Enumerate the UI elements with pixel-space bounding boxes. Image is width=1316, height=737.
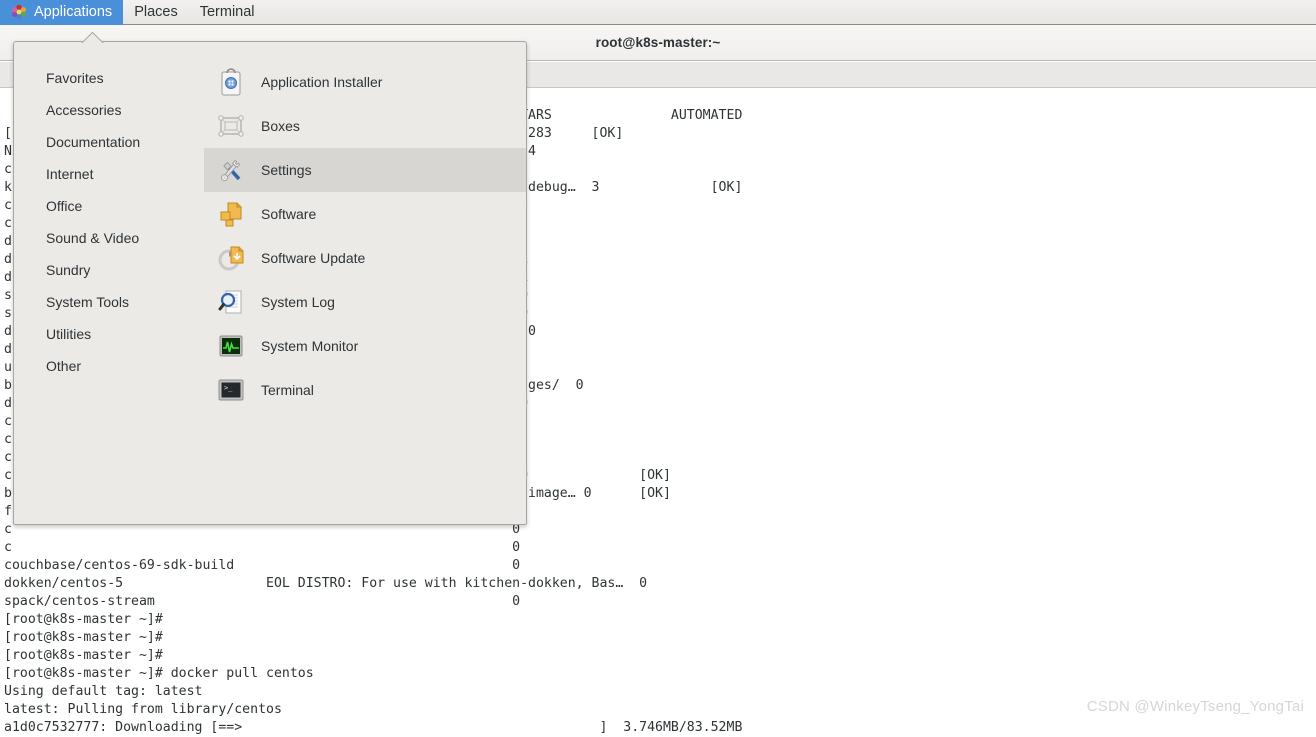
menu-app-label: Application Installer (261, 74, 383, 90)
menu-app-label: Software (261, 206, 317, 222)
terminal-line: [root@k8s-master ~]# (4, 612, 163, 627)
menu-app-settings[interactable]: Settings (204, 148, 526, 192)
menu-app-software-update[interactable]: Software Update (204, 236, 526, 280)
applications-menu-popup[interactable]: Favorites Accessories Documentation Interne… (13, 41, 527, 525)
system-log-icon (215, 286, 247, 318)
menu-app-boxes[interactable]: Boxes (204, 104, 526, 148)
menu-category-office[interactable]: Office (14, 190, 204, 222)
terminal-line: c 0 (4, 540, 521, 555)
menu-category-internet[interactable]: Internet (14, 158, 204, 190)
menu-category-label: Documentation (46, 134, 141, 150)
terminal-icon: >_ (215, 374, 247, 406)
menu-category-label: Office (46, 198, 83, 214)
settings-icon (215, 154, 247, 186)
terminal-line: Using default tag: latest (4, 684, 203, 699)
menu-app-terminal[interactable]: >_ Terminal (204, 368, 526, 412)
boxes-icon (215, 110, 247, 142)
places-menu-label: Places (134, 4, 178, 20)
menu-category-label: Sound & Video (46, 230, 140, 246)
menu-category-label: System Tools (46, 294, 129, 310)
csdn-watermark: CSDN @WinkeyTseng_YongTai (1086, 698, 1304, 715)
menu-category-label: Utilities (46, 326, 92, 342)
screen: Applications Places Terminal root@k8s-ma… (0, 0, 1316, 737)
menu-app-label: Settings (261, 162, 312, 178)
window-title: root@k8s-master:~ (595, 35, 721, 50)
menu-category-documentation[interactable]: Documentation (14, 126, 204, 158)
menu-category-label: Accessories (46, 102, 122, 118)
menu-app-system-monitor[interactable]: System Monitor (204, 324, 526, 368)
menu-application-list: Application Installer Boxes Settings Sof… (204, 42, 526, 524)
menu-app-label: System Monitor (261, 338, 359, 354)
menu-app-label: System Log (261, 294, 335, 310)
system-monitor-icon (215, 330, 247, 362)
menu-category-label: Other (46, 358, 82, 374)
menu-app-application-installer[interactable]: Application Installer (204, 60, 526, 104)
top-panel: Applications Places Terminal (0, 0, 1316, 25)
terminal-line: spack/centos-stream 0 (4, 594, 521, 609)
terminal-line: couchbase/centos-69-sdk-build 0 (4, 558, 521, 573)
svg-text:>_: >_ (224, 384, 233, 392)
menu-category-accessories[interactable]: Accessories (14, 94, 204, 126)
terminal-menu-label: Terminal (199, 4, 255, 20)
terminal-line: a1d0c7532777: Downloading [==> ] 3.746MB… (4, 720, 743, 735)
menu-category-other[interactable]: Other (14, 350, 204, 382)
menu-category-list: Favorites Accessories Documentation Interne… (14, 42, 204, 524)
menu-app-label: Software Update (261, 250, 366, 266)
menu-category-sound-video[interactable]: Sound & Video (14, 222, 204, 254)
menu-category-label: Internet (46, 166, 94, 182)
software-update-icon (215, 242, 247, 274)
software-icon (215, 198, 247, 230)
menu-category-sundry[interactable]: Sundry (14, 254, 204, 286)
terminal-line: dokken/centos-5 EOL DISTRO: For use with… (4, 576, 648, 591)
menu-app-label: Boxes (261, 118, 300, 134)
menu-category-utilities[interactable]: Utilities (14, 318, 204, 350)
terminal-line: [root@k8s-master ~]# docker pull centos (4, 666, 314, 681)
menu-pointer-arrow (74, 32, 112, 43)
menu-category-favorites[interactable]: Favorites (14, 62, 204, 94)
terminal-line: [root@k8s-master ~]# (4, 648, 163, 663)
gnome-applications-icon (11, 4, 27, 20)
menu-category-system-tools[interactable]: System Tools (14, 286, 204, 318)
menu-app-system-log[interactable]: System Log (204, 280, 526, 324)
terminal-line: latest: Pulling from library/centos (4, 702, 282, 717)
application-installer-icon (215, 66, 247, 98)
menu-app-label: Terminal (261, 382, 314, 398)
menu-category-label: Sundry (46, 262, 91, 278)
menu-category-label: Favorites (46, 70, 104, 86)
terminal-menu-button[interactable]: Terminal (189, 0, 266, 25)
menu-app-software[interactable]: Software (204, 192, 526, 236)
places-menu-button[interactable]: Places (123, 0, 189, 25)
applications-menu-button[interactable]: Applications (0, 0, 124, 25)
applications-menu-label: Applications (34, 4, 113, 20)
terminal-line: [root@k8s-master ~]# (4, 630, 163, 645)
